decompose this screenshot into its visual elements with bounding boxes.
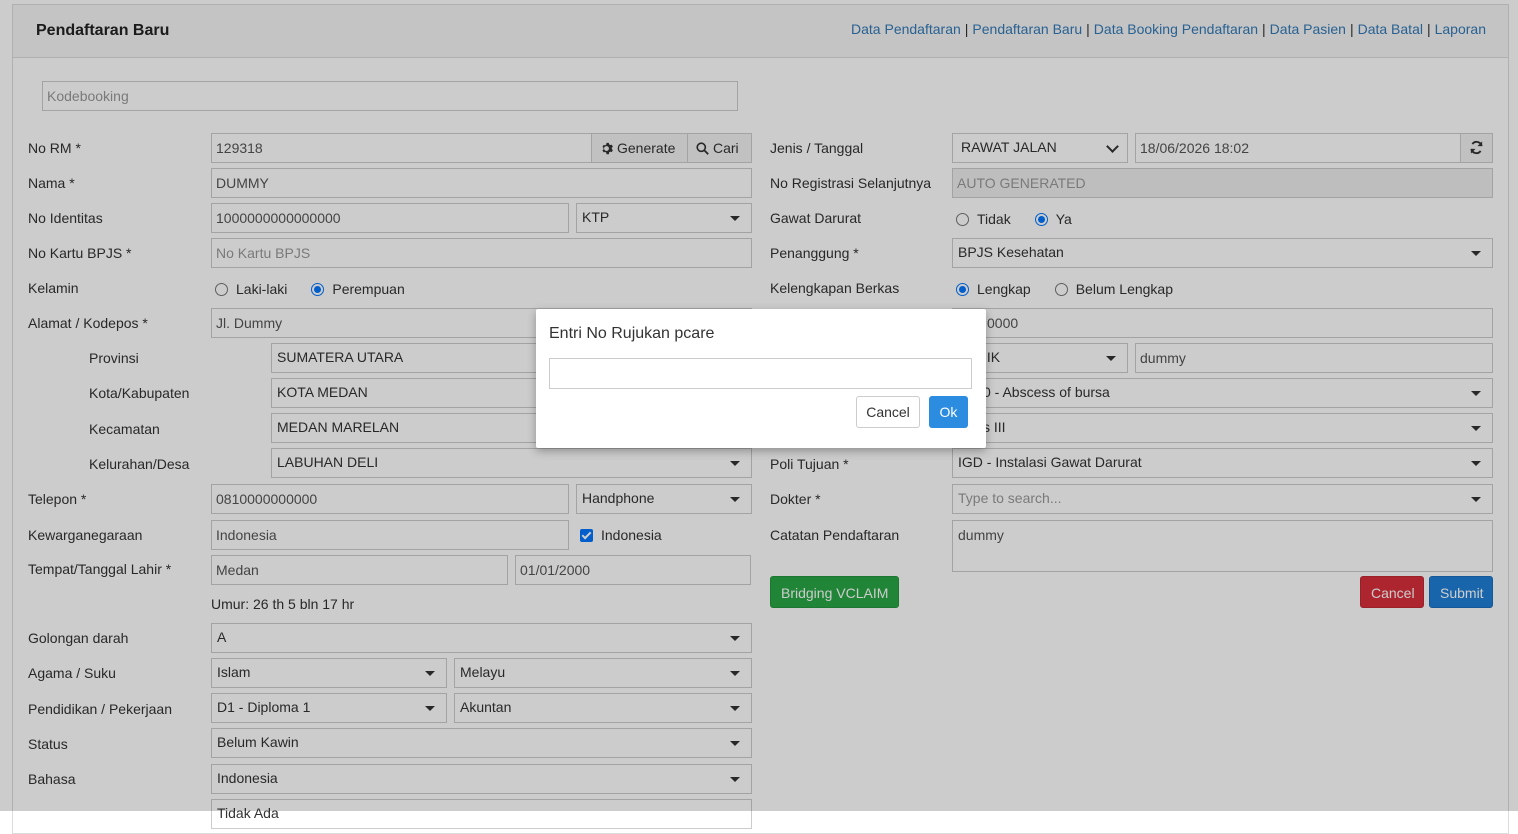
rujukan-modal: Entri No Rujukan pcare Cancel Ok bbox=[536, 309, 986, 448]
modal-cancel-button[interactable]: Cancel bbox=[856, 396, 920, 428]
modal-ok-button[interactable]: Ok bbox=[929, 396, 968, 428]
rujukan-input[interactable] bbox=[549, 358, 972, 389]
modal-title: Entri No Rujukan pcare bbox=[549, 325, 715, 342]
